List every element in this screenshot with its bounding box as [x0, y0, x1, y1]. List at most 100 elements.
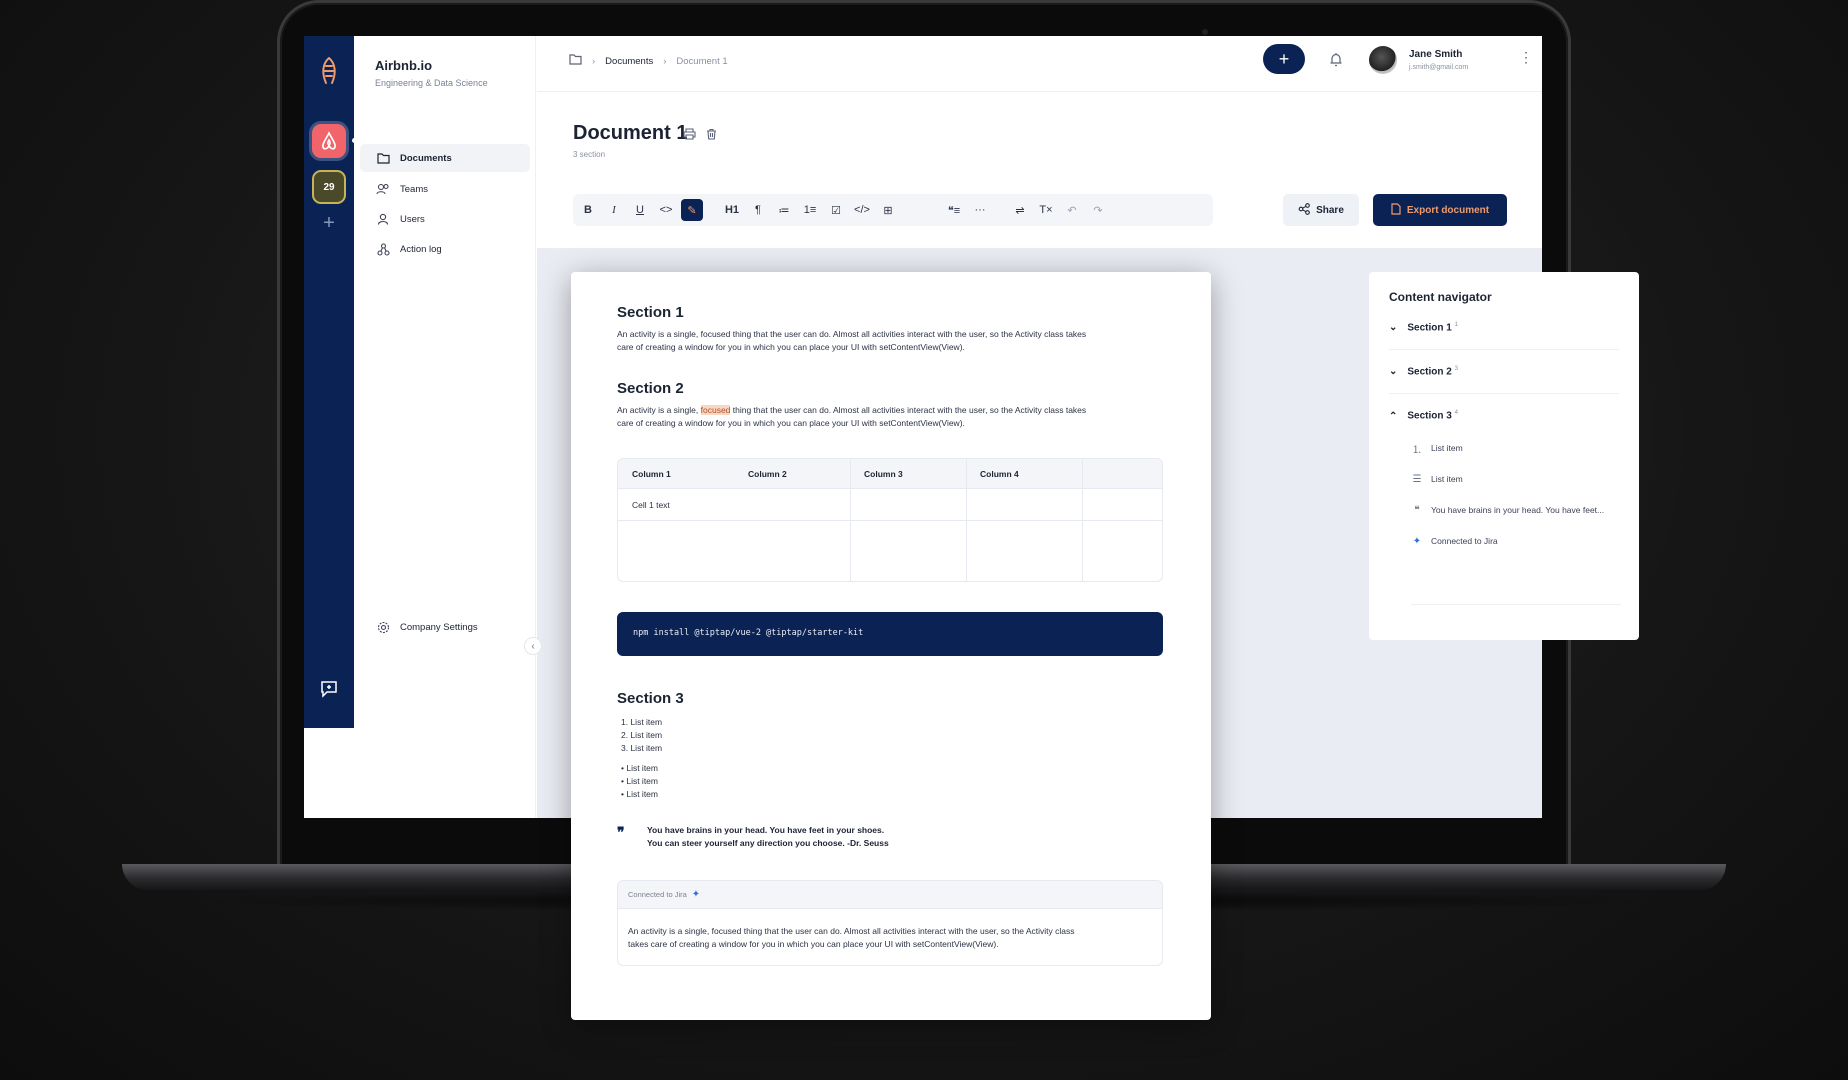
- navigator-item[interactable]: ✦ Connected to Jira: [1411, 531, 1621, 551]
- heading-button[interactable]: H1: [721, 199, 743, 221]
- print-icon[interactable]: [681, 126, 697, 142]
- airbnb-app-icon[interactable]: [312, 124, 346, 158]
- task-list-button[interactable]: ☑: [825, 199, 847, 221]
- document-sheet[interactable]: Section 1 An activity is a single, focus…: [571, 272, 1211, 1020]
- section-count: 3 section: [573, 150, 606, 159]
- wrap-button[interactable]: ⇌: [1009, 199, 1031, 221]
- navigator-section-1[interactable]: ⌄ Section 1 1: [1389, 306, 1619, 350]
- sidebar-item-users[interactable]: Users: [360, 205, 530, 233]
- clear-format-button[interactable]: T×: [1035, 199, 1057, 221]
- jira-icon: ✦: [691, 889, 701, 900]
- blockquote[interactable]: You have brains in your head. You have f…: [647, 824, 889, 850]
- navigator-item[interactable]: ⒈ List item: [1411, 438, 1621, 458]
- column-header[interactable]: Column 3: [864, 469, 903, 479]
- chevron-right-icon: ›: [592, 55, 596, 67]
- navigator-item-label: List item: [1431, 474, 1463, 484]
- more-vertical-icon[interactable]: ⋮: [1519, 49, 1533, 66]
- jira-embed[interactable]: Connected to Jira ✦ An activity is a sin…: [617, 880, 1163, 966]
- column-header[interactable]: Column 2: [748, 469, 787, 479]
- navigator-item[interactable]: ❝ You have brains in your head. You have…: [1411, 500, 1621, 520]
- more-button[interactable]: ···: [969, 199, 991, 221]
- section-1-text[interactable]: An activity is a single, focused thing t…: [617, 328, 1147, 354]
- paragraph-button[interactable]: ¶: [747, 199, 769, 221]
- underline-button[interactable]: U: [629, 199, 651, 221]
- breadcrumb: › Documents › Document 1: [569, 54, 728, 68]
- page-title: Document 1: [573, 122, 688, 144]
- create-button[interactable]: +: [1263, 44, 1305, 74]
- share-button[interactable]: Share: [1283, 194, 1359, 226]
- breadcrumb-documents[interactable]: Documents: [605, 56, 653, 67]
- section-2-text[interactable]: An activity is a single, focused thing t…: [617, 404, 1147, 430]
- inline-code-button[interactable]: <>: [655, 199, 677, 221]
- italic-button[interactable]: I: [603, 199, 625, 221]
- document-icon: [1391, 202, 1401, 218]
- navigator-title: Content navigator: [1389, 290, 1492, 304]
- collapse-sidebar-button[interactable]: ‹: [524, 637, 542, 655]
- code-block-button[interactable]: </>: [851, 199, 873, 221]
- navigator-section-label: Section 2: [1407, 366, 1452, 378]
- table-cell[interactable]: Cell 1 text: [632, 500, 670, 510]
- ordered-list[interactable]: 1. List item 2. List item 3. List item: [621, 716, 662, 755]
- navigator-section-2[interactable]: ⌄ Section 2 3: [1389, 350, 1619, 394]
- add-app-icon[interactable]: +: [318, 212, 340, 234]
- navigator-item-label: Connected to Jira: [1431, 536, 1498, 546]
- team-icon: [376, 182, 390, 196]
- sidebar-item-documents[interactable]: Documents: [360, 144, 530, 172]
- quote-line: You have brains in your head. You have f…: [647, 825, 885, 835]
- quote-icon: ❝: [1414, 504, 1420, 516]
- chevron-down-icon: ⌄: [1389, 322, 1398, 333]
- ordered-list-button[interactable]: 1≡: [799, 199, 821, 221]
- navigator-item[interactable]: ☰ List item: [1411, 469, 1621, 489]
- code-block[interactable]: npm install @tiptap/vue-2 @tiptap/starte…: [617, 612, 1163, 656]
- calendar-day: 29: [323, 181, 335, 193]
- calendar-app-icon[interactable]: 29: [312, 170, 346, 204]
- user-name: Jane Smith: [1409, 49, 1463, 60]
- user-email: j.smith@gmail.com: [1409, 64, 1469, 71]
- column-header[interactable]: Column 4: [980, 469, 1019, 479]
- trash-icon[interactable]: [703, 126, 719, 142]
- table-button[interactable]: ⊞: [877, 199, 899, 221]
- company-settings-link[interactable]: Company Settings: [360, 613, 530, 641]
- company-settings-label: Company Settings: [400, 621, 478, 633]
- list-item: • List item: [621, 789, 658, 799]
- section-1-heading: Section 1: [617, 304, 684, 321]
- avatar[interactable]: [1369, 46, 1397, 74]
- navigator-section-3[interactable]: ⌃ Section 3 4: [1389, 394, 1619, 438]
- ordered-list-icon: ⒈: [1412, 444, 1422, 456]
- bullet-list[interactable]: • List item • List item • List item: [621, 762, 658, 801]
- export-document-button[interactable]: Export document: [1373, 194, 1507, 226]
- chat-icon[interactable]: [317, 680, 341, 704]
- folder-icon[interactable]: [569, 54, 582, 68]
- list-item: 3. List item: [621, 743, 663, 753]
- highlight-button[interactable]: ✎: [681, 199, 703, 221]
- chevron-up-icon: ⌃: [1389, 410, 1398, 422]
- navigator-section-label: Section 1: [1407, 322, 1452, 334]
- text-fragment: An activity is a single,: [617, 405, 701, 415]
- quote-icon: ❞: [617, 824, 625, 840]
- column-header[interactable]: Column 1: [632, 469, 671, 479]
- document-header: Document 1 3 section B I U <> ✎ H1 ¶ ≔ 1…: [537, 92, 1542, 248]
- export-label: Export document: [1406, 204, 1490, 216]
- data-table[interactable]: Column 1 Column 2 Column 3 Column 4 Cell…: [617, 458, 1163, 582]
- notification-bell-icon[interactable]: [1325, 48, 1347, 70]
- text-fragment: thing that the user can do. Almost all a…: [730, 405, 1087, 415]
- chevron-right-icon: ›: [663, 55, 667, 67]
- text-line: care of creating a window for you in whi…: [617, 418, 965, 428]
- bullet-list-button[interactable]: ≔: [773, 199, 795, 221]
- share-icon: [1298, 202, 1310, 218]
- topbar: › Documents › Document 1 + Jane Smith j.…: [537, 36, 1542, 92]
- blockquote-button[interactable]: ❝≡: [943, 199, 965, 221]
- sidebar-item-action-log[interactable]: Action log: [360, 235, 530, 263]
- sidebar-item-teams[interactable]: Teams: [360, 175, 530, 203]
- feather-logo-icon: [317, 56, 341, 88]
- app-rail: 29 +: [304, 36, 359, 728]
- breadcrumb-current: Document 1: [676, 55, 728, 67]
- list-item: • List item: [621, 763, 658, 773]
- bold-button[interactable]: B: [577, 199, 599, 221]
- user-icon: [376, 212, 390, 226]
- camera-dot: [1202, 29, 1208, 35]
- redo-button[interactable]: ↷: [1087, 199, 1109, 221]
- undo-button[interactable]: ↶: [1061, 199, 1083, 221]
- sidebar: Airbnb.io Engineering & Data Science Doc…: [354, 36, 536, 818]
- list-item: 1. List item: [621, 717, 663, 727]
